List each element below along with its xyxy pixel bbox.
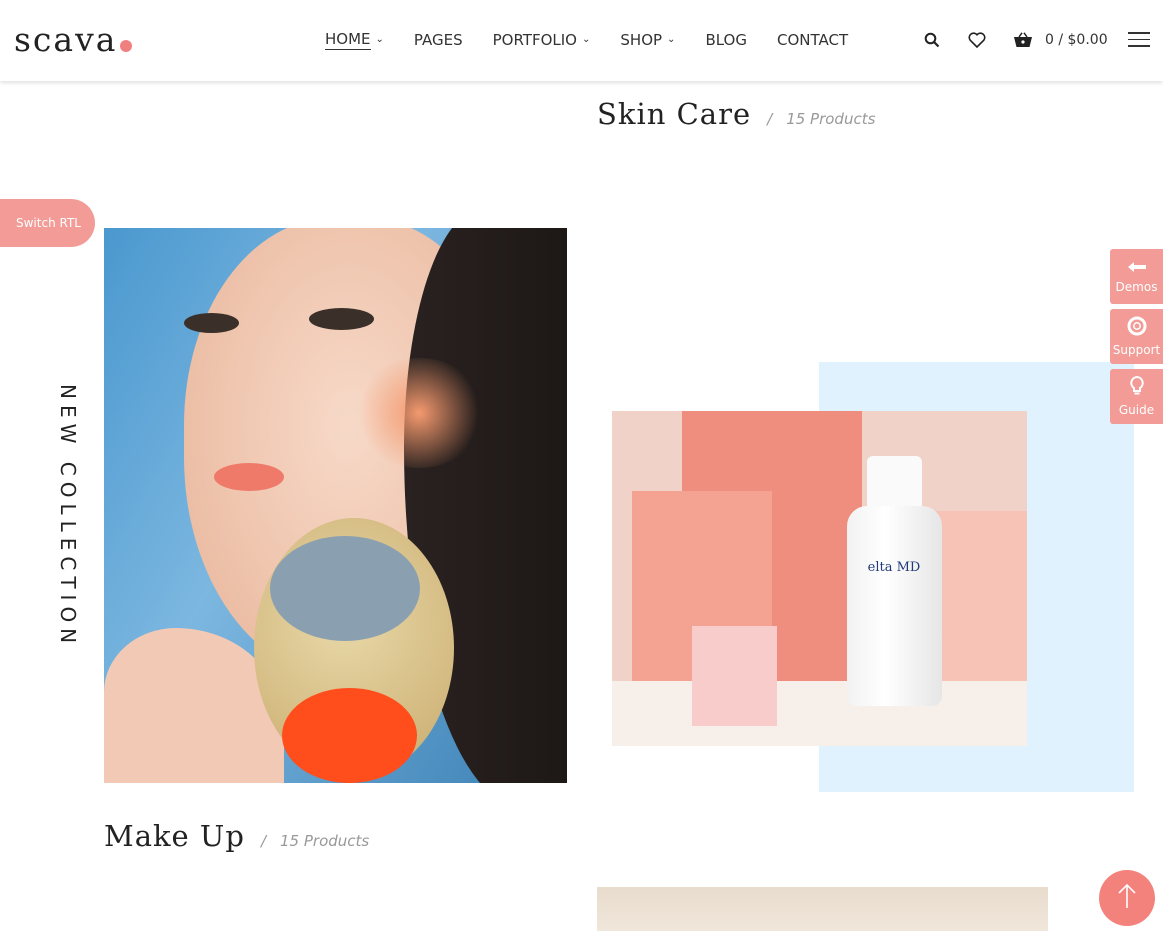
- nav-pages-label: PAGES: [413, 31, 463, 49]
- chevron-down-icon: ⌄: [582, 33, 591, 45]
- nav-blog-label: BLOG: [705, 31, 747, 49]
- heart-icon[interactable]: [965, 28, 989, 52]
- cleanser-bottle: [847, 506, 942, 706]
- skincare-collection-image[interactable]: elta MD: [612, 411, 1027, 746]
- compact-blush: [282, 688, 417, 783]
- nav-contact[interactable]: CONTACT: [777, 28, 848, 52]
- nav-contact-label: CONTACT: [776, 31, 849, 49]
- nav-pages[interactable]: PAGES: [414, 28, 463, 52]
- lightbulb-icon: [1129, 375, 1144, 399]
- logo-dot: [120, 40, 133, 52]
- nav-home[interactable]: HOME ⌄: [325, 28, 384, 52]
- nav-portfolio[interactable]: PORTFOLIO ⌄: [493, 28, 591, 52]
- header-actions: 0 / $0.00: [920, 28, 1108, 52]
- title-separator: /: [260, 832, 267, 850]
- nav-home-label: HOME: [325, 30, 371, 50]
- title-separator: /: [767, 110, 773, 128]
- arrow-up-icon: [1118, 883, 1136, 913]
- support-label: Support: [1112, 343, 1161, 357]
- nav-blog[interactable]: BLOG: [705, 28, 747, 52]
- back-to-top-button[interactable]: [1099, 870, 1155, 926]
- make-up-count: 15 Products: [280, 832, 370, 850]
- arrow-left-icon: [1127, 260, 1147, 276]
- model-lips: [214, 463, 284, 491]
- lifebuoy-icon: [1127, 316, 1147, 339]
- nav-shop[interactable]: SHOP ⌄: [620, 28, 675, 52]
- make-up-heading[interactable]: Make Up / 15 Products: [104, 819, 369, 853]
- basket-icon: [1011, 28, 1035, 52]
- next-collection-image[interactable]: [597, 887, 1048, 931]
- skin-care-heading[interactable]: Skin Care / 15 Products: [597, 97, 875, 131]
- skin-care-title: Skin Care: [597, 97, 752, 131]
- model-eye-right: [309, 308, 374, 330]
- guide-button[interactable]: Guide: [1110, 369, 1163, 424]
- support-button[interactable]: Support: [1110, 309, 1163, 364]
- demos-button[interactable]: Demos: [1110, 249, 1163, 304]
- site-header: scava HOME ⌄ PAGES PORTFOLIO ⌄ SHOP ⌄ BL…: [0, 0, 1163, 81]
- site-logo[interactable]: scava: [14, 16, 133, 59]
- bottle-brand: elta MD: [867, 560, 921, 575]
- nav-shop-label: SHOP: [620, 31, 663, 49]
- decor-floor: [612, 681, 1027, 746]
- makeup-collection-image[interactable]: [104, 228, 567, 783]
- guide-label: Guide: [1118, 403, 1155, 417]
- hamburger-menu-icon[interactable]: [1128, 32, 1150, 52]
- decor-cube: [692, 626, 777, 726]
- nav-portfolio-label: PORTFOLIO: [492, 31, 577, 49]
- logo-text: scava: [14, 20, 118, 59]
- compact-mirror: [270, 536, 420, 641]
- main-nav: HOME ⌄ PAGES PORTFOLIO ⌄ SHOP ⌄ BLOG CON…: [325, 28, 878, 52]
- cart-button[interactable]: 0 / $0.00: [1011, 28, 1108, 52]
- new-collection-label: NEW COLLECTION: [56, 384, 80, 650]
- switch-rtl-button[interactable]: Switch RTL: [0, 199, 95, 247]
- chevron-down-icon: ⌄: [375, 33, 384, 45]
- bottle-pump: [867, 456, 922, 511]
- search-icon[interactable]: [920, 28, 944, 52]
- cart-summary: 0 / $0.00: [1045, 32, 1108, 48]
- skin-care-count: 15 Products: [786, 110, 876, 128]
- model-eye-left: [184, 313, 239, 333]
- chevron-down-icon: ⌄: [667, 33, 676, 45]
- cheek-blush: [354, 358, 484, 468]
- demos-label: Demos: [1115, 279, 1158, 294]
- make-up-title: Make Up: [104, 819, 245, 853]
